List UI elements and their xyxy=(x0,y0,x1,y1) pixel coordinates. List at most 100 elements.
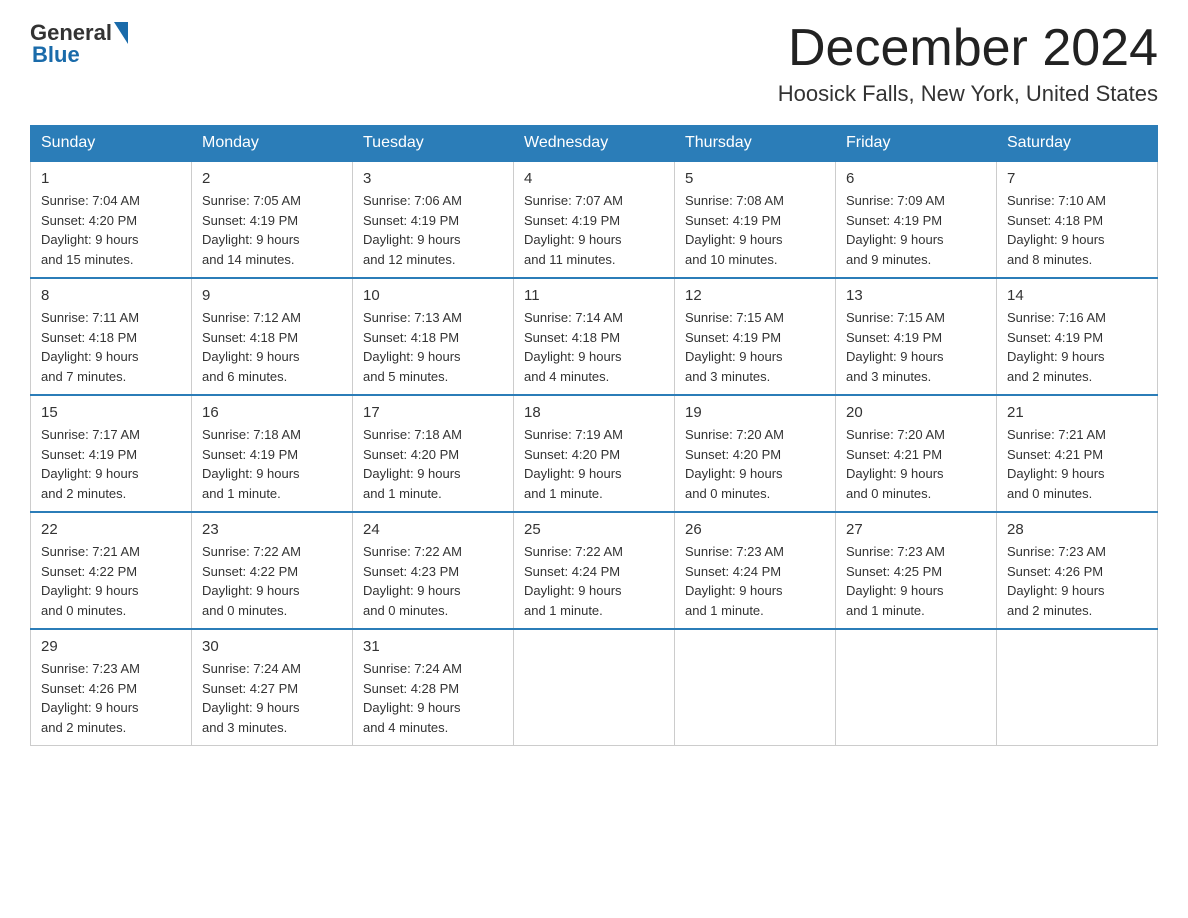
day-number: 5 xyxy=(685,170,825,187)
calendar-cell xyxy=(997,629,1158,746)
calendar-cell xyxy=(836,629,997,746)
day-info: Sunrise: 7:08 AMSunset: 4:19 PMDaylight:… xyxy=(685,193,784,267)
calendar-cell: 6 Sunrise: 7:09 AMSunset: 4:19 PMDayligh… xyxy=(836,161,997,278)
day-info: Sunrise: 7:19 AMSunset: 4:20 PMDaylight:… xyxy=(524,427,623,501)
calendar-cell: 9 Sunrise: 7:12 AMSunset: 4:18 PMDayligh… xyxy=(192,278,353,395)
calendar-cell: 17 Sunrise: 7:18 AMSunset: 4:20 PMDaylig… xyxy=(353,395,514,512)
day-number: 27 xyxy=(846,521,986,538)
col-header-tuesday: Tuesday xyxy=(353,126,514,162)
day-info: Sunrise: 7:06 AMSunset: 4:19 PMDaylight:… xyxy=(363,193,462,267)
day-number: 23 xyxy=(202,521,342,538)
calendar-cell: 7 Sunrise: 7:10 AMSunset: 4:18 PMDayligh… xyxy=(997,161,1158,278)
day-number: 1 xyxy=(41,170,181,187)
calendar-cell: 18 Sunrise: 7:19 AMSunset: 4:20 PMDaylig… xyxy=(514,395,675,512)
day-number: 8 xyxy=(41,287,181,304)
day-info: Sunrise: 7:23 AMSunset: 4:26 PMDaylight:… xyxy=(41,661,140,735)
day-number: 12 xyxy=(685,287,825,304)
day-info: Sunrise: 7:22 AMSunset: 4:22 PMDaylight:… xyxy=(202,544,301,618)
day-info: Sunrise: 7:15 AMSunset: 4:19 PMDaylight:… xyxy=(685,310,784,384)
calendar-cell: 25 Sunrise: 7:22 AMSunset: 4:24 PMDaylig… xyxy=(514,512,675,629)
day-info: Sunrise: 7:11 AMSunset: 4:18 PMDaylight:… xyxy=(41,310,139,384)
calendar-cell: 20 Sunrise: 7:20 AMSunset: 4:21 PMDaylig… xyxy=(836,395,997,512)
calendar-cell: 24 Sunrise: 7:22 AMSunset: 4:23 PMDaylig… xyxy=(353,512,514,629)
day-info: Sunrise: 7:05 AMSunset: 4:19 PMDaylight:… xyxy=(202,193,301,267)
day-info: Sunrise: 7:20 AMSunset: 4:20 PMDaylight:… xyxy=(685,427,784,501)
calendar-cell: 26 Sunrise: 7:23 AMSunset: 4:24 PMDaylig… xyxy=(675,512,836,629)
day-number: 16 xyxy=(202,404,342,421)
day-number: 6 xyxy=(846,170,986,187)
day-number: 25 xyxy=(524,521,664,538)
col-header-saturday: Saturday xyxy=(997,126,1158,162)
day-info: Sunrise: 7:18 AMSunset: 4:20 PMDaylight:… xyxy=(363,427,462,501)
day-number: 18 xyxy=(524,404,664,421)
day-info: Sunrise: 7:21 AMSunset: 4:21 PMDaylight:… xyxy=(1007,427,1106,501)
calendar-cell: 28 Sunrise: 7:23 AMSunset: 4:26 PMDaylig… xyxy=(997,512,1158,629)
day-number: 21 xyxy=(1007,404,1147,421)
day-number: 3 xyxy=(363,170,503,187)
day-info: Sunrise: 7:21 AMSunset: 4:22 PMDaylight:… xyxy=(41,544,140,618)
day-info: Sunrise: 7:22 AMSunset: 4:24 PMDaylight:… xyxy=(524,544,623,618)
calendar-cell: 3 Sunrise: 7:06 AMSunset: 4:19 PMDayligh… xyxy=(353,161,514,278)
day-info: Sunrise: 7:07 AMSunset: 4:19 PMDaylight:… xyxy=(524,193,623,267)
day-info: Sunrise: 7:23 AMSunset: 4:25 PMDaylight:… xyxy=(846,544,945,618)
calendar-cell: 12 Sunrise: 7:15 AMSunset: 4:19 PMDaylig… xyxy=(675,278,836,395)
day-info: Sunrise: 7:17 AMSunset: 4:19 PMDaylight:… xyxy=(41,427,140,501)
col-header-friday: Friday xyxy=(836,126,997,162)
col-header-monday: Monday xyxy=(192,126,353,162)
calendar-cell: 16 Sunrise: 7:18 AMSunset: 4:19 PMDaylig… xyxy=(192,395,353,512)
calendar-cell: 4 Sunrise: 7:07 AMSunset: 4:19 PMDayligh… xyxy=(514,161,675,278)
calendar-cell: 13 Sunrise: 7:15 AMSunset: 4:19 PMDaylig… xyxy=(836,278,997,395)
day-info: Sunrise: 7:09 AMSunset: 4:19 PMDaylight:… xyxy=(846,193,945,267)
calendar-cell: 1 Sunrise: 7:04 AMSunset: 4:20 PMDayligh… xyxy=(31,161,192,278)
day-number: 24 xyxy=(363,521,503,538)
col-header-wednesday: Wednesday xyxy=(514,126,675,162)
day-number: 22 xyxy=(41,521,181,538)
calendar-cell: 23 Sunrise: 7:22 AMSunset: 4:22 PMDaylig… xyxy=(192,512,353,629)
calendar-cell: 10 Sunrise: 7:13 AMSunset: 4:18 PMDaylig… xyxy=(353,278,514,395)
calendar-cell xyxy=(514,629,675,746)
logo: General Blue xyxy=(30,20,128,68)
day-number: 7 xyxy=(1007,170,1147,187)
calendar-cell: 5 Sunrise: 7:08 AMSunset: 4:19 PMDayligh… xyxy=(675,161,836,278)
day-number: 10 xyxy=(363,287,503,304)
day-number: 4 xyxy=(524,170,664,187)
calendar-cell: 15 Sunrise: 7:17 AMSunset: 4:19 PMDaylig… xyxy=(31,395,192,512)
page-header: General Blue December 2024 Hoosick Falls… xyxy=(30,20,1158,107)
day-info: Sunrise: 7:13 AMSunset: 4:18 PMDaylight:… xyxy=(363,310,462,384)
calendar-cell: 30 Sunrise: 7:24 AMSunset: 4:27 PMDaylig… xyxy=(192,629,353,746)
day-number: 17 xyxy=(363,404,503,421)
location-title: Hoosick Falls, New York, United States xyxy=(778,81,1158,107)
day-info: Sunrise: 7:18 AMSunset: 4:19 PMDaylight:… xyxy=(202,427,301,501)
calendar-cell: 27 Sunrise: 7:23 AMSunset: 4:25 PMDaylig… xyxy=(836,512,997,629)
calendar-cell: 2 Sunrise: 7:05 AMSunset: 4:19 PMDayligh… xyxy=(192,161,353,278)
day-number: 15 xyxy=(41,404,181,421)
calendar-week-row: 29 Sunrise: 7:23 AMSunset: 4:26 PMDaylig… xyxy=(31,629,1158,746)
day-info: Sunrise: 7:14 AMSunset: 4:18 PMDaylight:… xyxy=(524,310,623,384)
col-header-thursday: Thursday xyxy=(675,126,836,162)
calendar-week-row: 1 Sunrise: 7:04 AMSunset: 4:20 PMDayligh… xyxy=(31,161,1158,278)
calendar-cell: 14 Sunrise: 7:16 AMSunset: 4:19 PMDaylig… xyxy=(997,278,1158,395)
logo-blue-text: Blue xyxy=(32,42,80,68)
calendar-cell: 21 Sunrise: 7:21 AMSunset: 4:21 PMDaylig… xyxy=(997,395,1158,512)
day-number: 14 xyxy=(1007,287,1147,304)
day-info: Sunrise: 7:12 AMSunset: 4:18 PMDaylight:… xyxy=(202,310,301,384)
calendar-cell: 22 Sunrise: 7:21 AMSunset: 4:22 PMDaylig… xyxy=(31,512,192,629)
day-info: Sunrise: 7:23 AMSunset: 4:24 PMDaylight:… xyxy=(685,544,784,618)
calendar-week-row: 8 Sunrise: 7:11 AMSunset: 4:18 PMDayligh… xyxy=(31,278,1158,395)
day-number: 26 xyxy=(685,521,825,538)
day-number: 9 xyxy=(202,287,342,304)
logo-triangle-icon xyxy=(114,22,128,44)
day-number: 11 xyxy=(524,287,664,304)
calendar-cell: 11 Sunrise: 7:14 AMSunset: 4:18 PMDaylig… xyxy=(514,278,675,395)
calendar-cell xyxy=(675,629,836,746)
day-info: Sunrise: 7:24 AMSunset: 4:27 PMDaylight:… xyxy=(202,661,301,735)
day-number: 31 xyxy=(363,638,503,655)
month-title: December 2024 xyxy=(778,20,1158,77)
day-number: 2 xyxy=(202,170,342,187)
day-number: 29 xyxy=(41,638,181,655)
calendar-week-row: 15 Sunrise: 7:17 AMSunset: 4:19 PMDaylig… xyxy=(31,395,1158,512)
calendar-cell: 8 Sunrise: 7:11 AMSunset: 4:18 PMDayligh… xyxy=(31,278,192,395)
day-info: Sunrise: 7:10 AMSunset: 4:18 PMDaylight:… xyxy=(1007,193,1106,267)
day-number: 13 xyxy=(846,287,986,304)
day-info: Sunrise: 7:23 AMSunset: 4:26 PMDaylight:… xyxy=(1007,544,1106,618)
